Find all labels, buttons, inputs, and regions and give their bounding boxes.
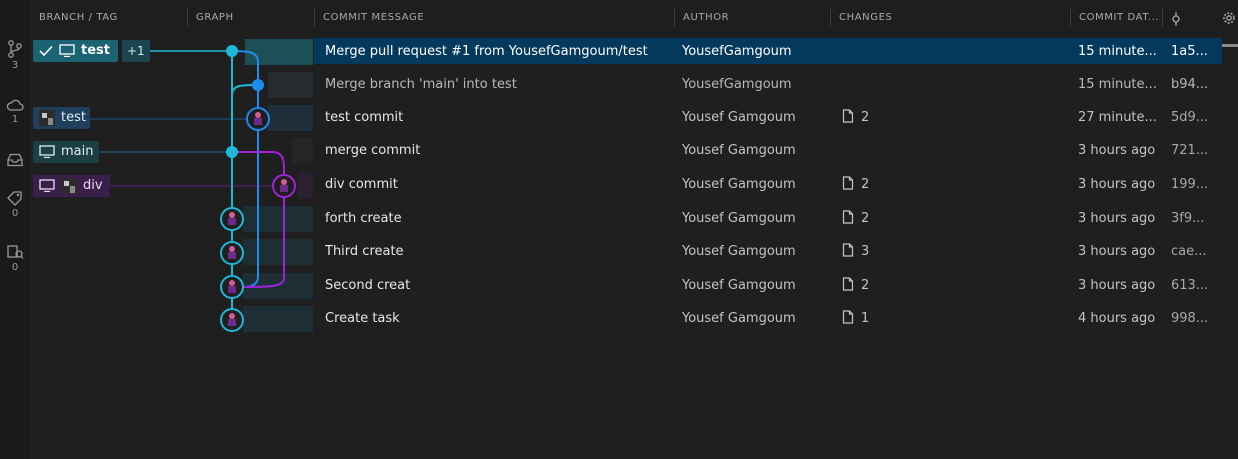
branch-chip-test-head[interactable]: test [33, 40, 118, 62]
header-commit-message[interactable]: COMMIT MESSAGE [314, 0, 674, 36]
column-header: BRANCH / TAG GRAPH COMMIT MESSAGE AUTHOR… [30, 0, 1238, 36]
commit-sha: 613... [1171, 278, 1209, 293]
changes-count: 2 [861, 278, 870, 293]
commit-message: div commit [325, 177, 398, 192]
merge-commit-dot[interactable] [252, 79, 264, 91]
commit-author: Yousef Gamgoum [682, 110, 796, 125]
file-icon [842, 243, 854, 257]
commit-message: Second creat [325, 278, 411, 293]
file-icon [842, 176, 854, 190]
commit-changes: 1 [842, 303, 922, 336]
commit-sha-column-icon[interactable] [1170, 11, 1182, 30]
commit-message: merge commit [325, 143, 421, 158]
file-icon [842, 109, 854, 123]
branch-label: test [61, 110, 86, 125]
commit-avatar-node[interactable] [220, 308, 244, 332]
computer-icon [39, 145, 55, 158]
changes-count: 2 [861, 177, 870, 192]
commit-sha: 199... [1171, 177, 1209, 192]
file-icon [842, 310, 854, 324]
commit-sha: 1a5... [1171, 44, 1208, 59]
changes-count: 1 [861, 311, 870, 326]
commit-author: YousefGamgoum [682, 77, 792, 92]
avatar [61, 177, 77, 194]
changes-count: 2 [861, 110, 870, 125]
computer-icon [59, 44, 75, 57]
commit-avatar-node[interactable] [220, 241, 244, 265]
commit-message: Merge branch 'main' into test [325, 77, 517, 92]
commit-message: forth create [325, 211, 402, 226]
changes-count: 3 [861, 244, 870, 259]
header-branch-tag[interactable]: BRANCH / TAG [30, 0, 187, 36]
commit-sha: cae... [1171, 244, 1207, 259]
header-graph[interactable]: GRAPH [187, 0, 314, 36]
commit-changes: 2 [842, 203, 922, 236]
commit-changes: 3 [842, 236, 922, 269]
header-divider[interactable] [1162, 9, 1163, 27]
commit-date: 3 hours ago [1078, 211, 1156, 226]
commit-author: Yousef Gamgoum [682, 311, 796, 326]
commit-sha: 998... [1171, 311, 1209, 326]
commit-changes: 2 [842, 270, 922, 303]
checkmark-icon [39, 45, 53, 56]
avatar [39, 109, 55, 126]
commit-message: Create task [325, 311, 400, 326]
branch-label: test [81, 43, 110, 58]
branch-chip-test-remote[interactable]: test [33, 107, 90, 129]
branch-chip-main[interactable]: main [33, 141, 99, 163]
commit-avatar-node[interactable] [272, 174, 296, 198]
commit-changes: 2 [842, 169, 922, 202]
commit-author: YousefGamgoum [682, 44, 792, 59]
commit-author: Yousef Gamgoum [682, 177, 796, 192]
merge-commit-dot[interactable] [226, 146, 238, 158]
branch-label: div [83, 178, 103, 193]
commit-changes: 2 [842, 102, 922, 135]
merge-commit-dot[interactable] [226, 45, 238, 57]
commit-date: 4 hours ago [1078, 311, 1156, 326]
commit-sha: b94... [1171, 77, 1209, 92]
header-commit-date[interactable]: COMMIT DAT... [1070, 0, 1162, 36]
commit-message: Third create [325, 244, 404, 259]
branch-label: main [61, 144, 94, 159]
branch-chip-div[interactable]: div [33, 175, 110, 197]
commit-message: Merge pull request #1 from YousefGamgoum… [325, 44, 648, 59]
commit-date: 3 hours ago [1078, 278, 1156, 293]
commit-date: 3 hours ago [1078, 143, 1156, 158]
commit-date: 3 hours ago [1078, 177, 1156, 192]
commit-avatar-node[interactable] [220, 207, 244, 231]
commit-author: Yousef Gamgoum [682, 244, 796, 259]
commit-date: 15 minute... [1078, 77, 1157, 92]
file-icon [842, 277, 854, 291]
commit-message: test commit [325, 110, 404, 125]
changes-count: 2 [861, 211, 870, 226]
commit-date: 3 hours ago [1078, 244, 1156, 259]
commit-author: Yousef Gamgoum [682, 211, 796, 226]
computer-icon [39, 179, 55, 192]
commit-avatar-node[interactable] [246, 107, 270, 131]
header-changes[interactable]: CHANGES [830, 0, 1070, 36]
commit-author: Yousef Gamgoum [682, 143, 796, 158]
commit-sha: 3f9... [1171, 211, 1205, 226]
commit-date: 27 minute... [1078, 110, 1157, 125]
commit-sha: 721... [1171, 143, 1209, 158]
commit-avatar-node[interactable] [220, 275, 244, 299]
header-author[interactable]: AUTHOR [674, 0, 830, 36]
commit-date: 15 minute... [1078, 44, 1157, 59]
commit-sha: 5d9... [1171, 110, 1209, 125]
commit-author: Yousef Gamgoum [682, 278, 796, 293]
file-icon [842, 210, 854, 224]
more-branches-badge[interactable]: +1 [122, 40, 150, 62]
settings-gear-icon[interactable] [1222, 10, 1236, 29]
